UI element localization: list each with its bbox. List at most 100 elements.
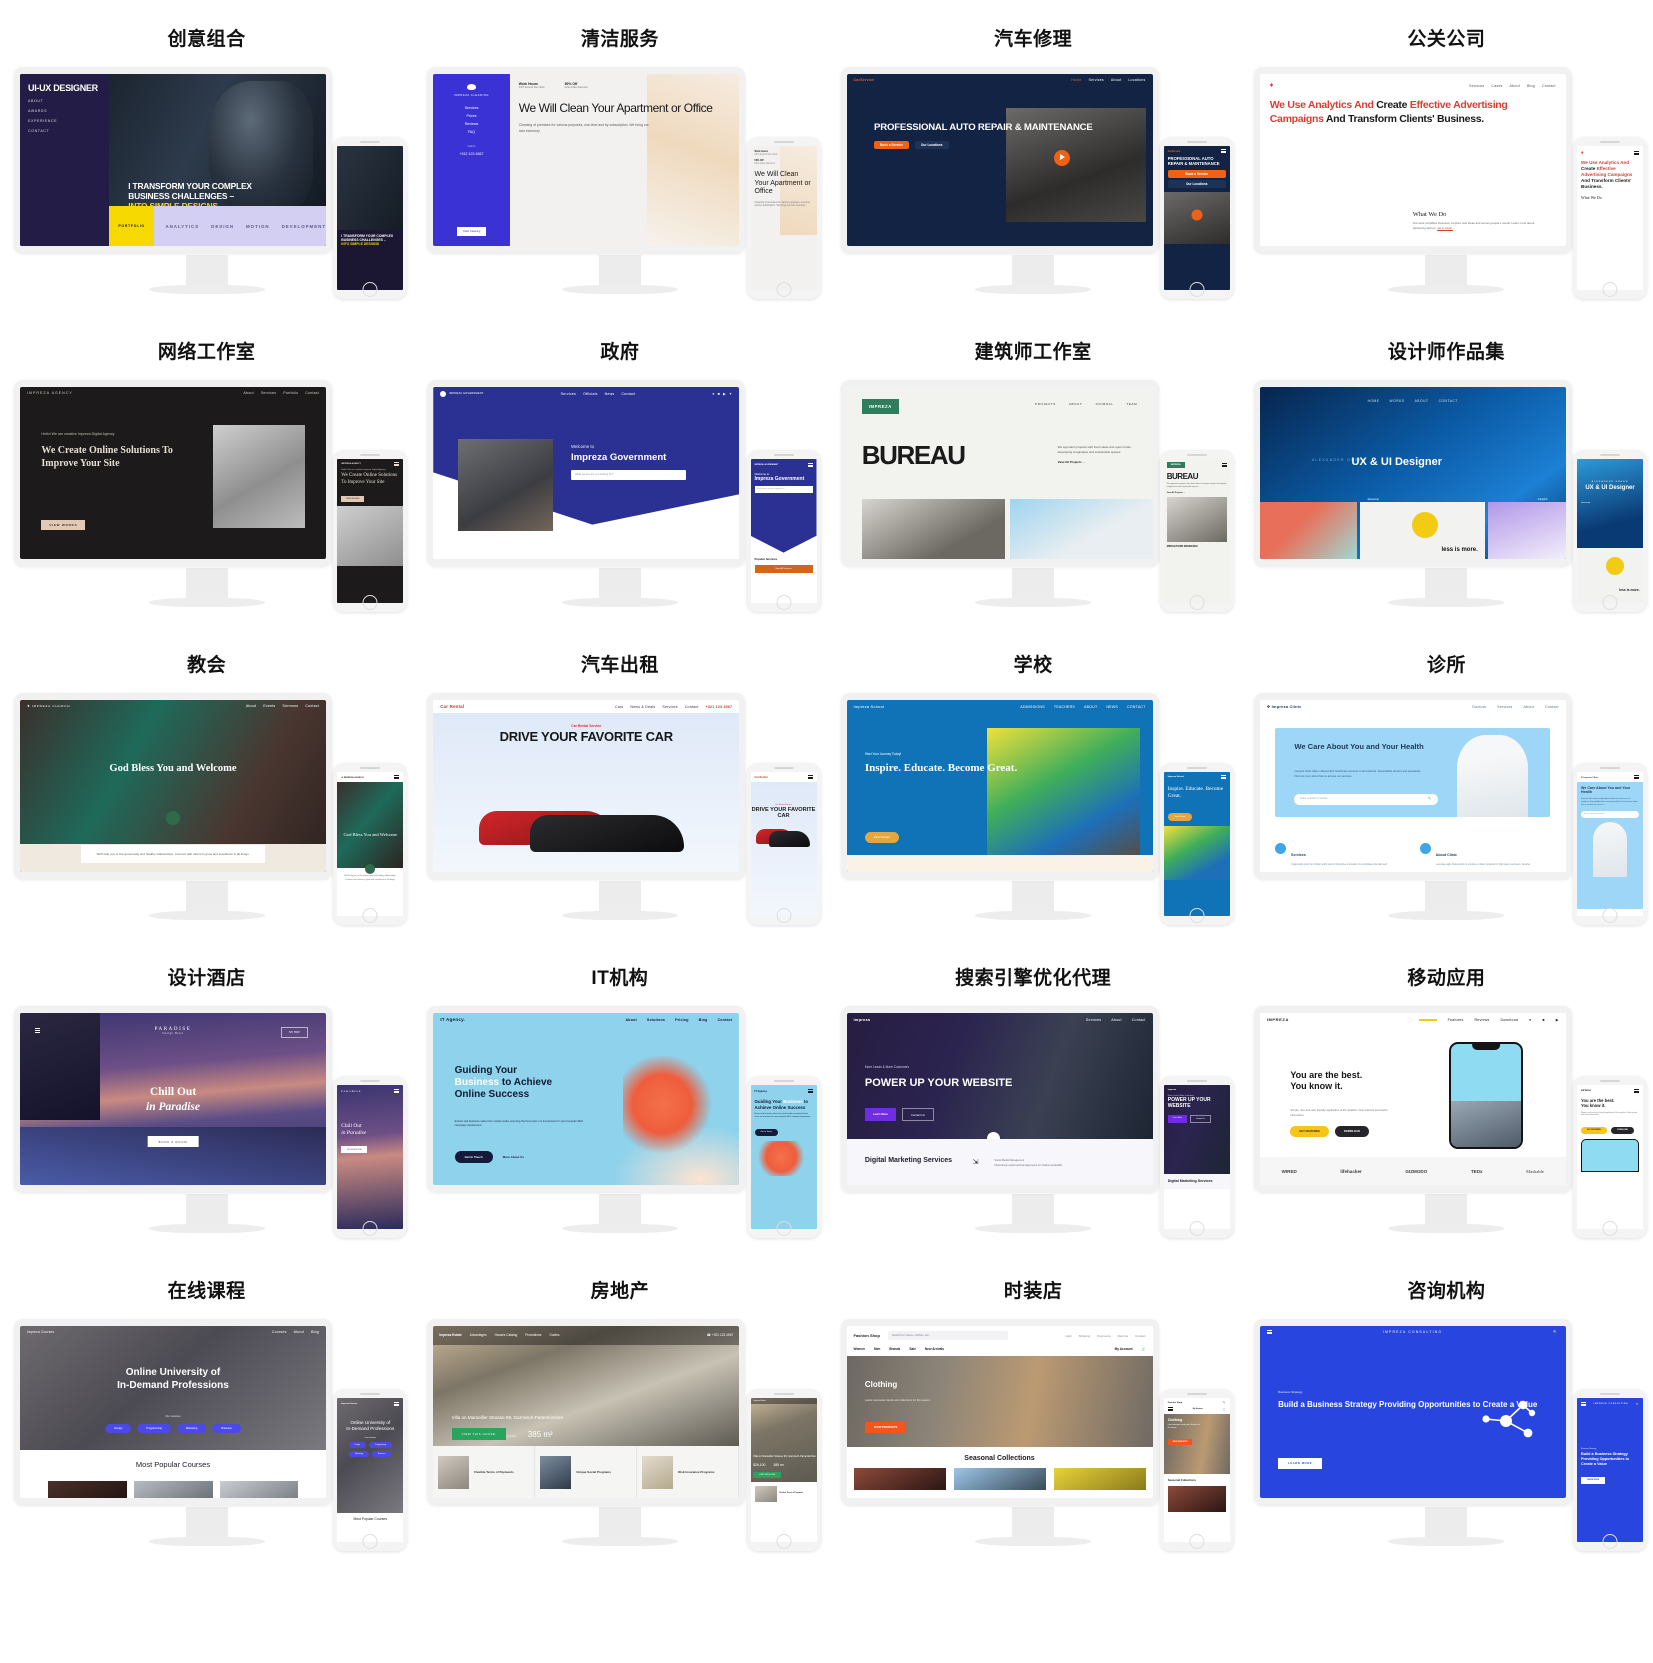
work-card-3[interactable]: Carpitch xyxy=(1488,498,1566,559)
menu-item-services[interactable]: Services xyxy=(561,392,576,396)
menu-item-blog[interactable]: Blog xyxy=(1527,84,1535,88)
menu-item-services[interactable]: Services xyxy=(1086,1018,1101,1022)
social-icon-facebook[interactable]: ● xyxy=(1529,1018,1531,1022)
menu-item-teachers[interactable]: TEACHERS xyxy=(1054,705,1075,709)
hamburger-icon[interactable] xyxy=(1220,775,1226,779)
menu-item-team[interactable]: TEAM xyxy=(1126,402,1137,406)
menu-item-contact[interactable]: CONTACT xyxy=(1127,705,1146,709)
template-card-clinic[interactable]: 诊所 ✤ Impreza Clinic Doctors Services Abo… xyxy=(1240,626,1653,939)
book-room-button[interactable]: BOOK A ROOM xyxy=(147,1136,199,1148)
hamburger-icon[interactable] xyxy=(35,1028,41,1033)
menu-item-about[interactable]: About xyxy=(243,391,253,395)
info-card-services[interactable]: Services Organically grow the holistic w… xyxy=(1275,843,1406,867)
menu-item-contact[interactable]: Contact xyxy=(1132,1018,1146,1022)
top-link-payments[interactable]: Payments xyxy=(1097,1334,1110,1338)
phone-cta[interactable]: VIEW WORKS xyxy=(341,496,365,502)
phone-search-input[interactable]: What service are you looking for? xyxy=(754,486,813,493)
menu-item-about[interactable]: About xyxy=(1524,705,1534,709)
hamburger-icon[interactable] xyxy=(394,1089,400,1093)
menu-item-houses-catalog[interactable]: Houses Catalog xyxy=(495,1333,518,1337)
menu-item-services[interactable]: Services xyxy=(465,106,479,110)
menu-item-services[interactable]: Services xyxy=(261,391,276,395)
template-card-government[interactable]: 政府 IMPREZA GOVERNMENT Services Officials… xyxy=(413,313,826,626)
category-new-arrivals[interactable]: New Arrivals xyxy=(925,1347,944,1351)
hamburger-icon[interactable] xyxy=(1634,151,1639,155)
phone-pill-1[interactable]: Design xyxy=(348,1441,367,1448)
phone-cta-primary[interactable]: Learn More xyxy=(1167,1114,1187,1123)
hamburger-icon[interactable] xyxy=(394,775,400,779)
phone-cta-primary[interactable]: KEY FEATURES xyxy=(1581,1126,1607,1134)
template-card-architect-studio[interactable]: 建筑师工作室 IMPREZA PROJECTS ABOUT JOURNAL TE… xyxy=(827,313,1240,626)
menu-item-about[interactable]: About xyxy=(246,704,256,708)
template-card-creative-portfolio[interactable]: 创意组合 UI-UX DESIGNER ABOUT AWARDS EXPERIE… xyxy=(0,0,413,313)
cart-icon[interactable]: 🛒 xyxy=(1223,1408,1226,1411)
menu-item-officials[interactable]: Officials xyxy=(583,392,598,396)
find-school-button[interactable]: Find School xyxy=(864,831,899,843)
menu-item-cases[interactable]: Cases xyxy=(1491,84,1502,88)
social-icon-play[interactable]: ▶ xyxy=(1556,1018,1559,1022)
cart-icon[interactable]: 🛒 xyxy=(1142,1347,1146,1351)
menu-item-sermons[interactable]: Sermons xyxy=(282,704,298,708)
hamburger-icon[interactable] xyxy=(1167,1407,1173,1411)
menu-item-about[interactable]: About xyxy=(294,1330,304,1334)
phone-account[interactable]: My Account xyxy=(1193,1408,1203,1410)
menu-item-experience[interactable]: EXPERIENCE xyxy=(28,119,101,123)
service-tag-analytics[interactable]: ANALYTICS xyxy=(165,224,199,229)
menu-item-news[interactable]: News xyxy=(605,392,615,396)
work-card-1[interactable] xyxy=(1259,502,1357,559)
work-card-2[interactable]: less is more. Jamescop xyxy=(1359,498,1486,559)
social-icon-youtube[interactable]: ▶ xyxy=(723,392,726,396)
menu-item-contact[interactable]: Contact xyxy=(305,704,319,708)
phone-cta[interactable]: LEARN MORE xyxy=(1581,1476,1606,1484)
menu-item-about[interactable]: ABOUT xyxy=(1069,402,1082,406)
phone-number[interactable]: +312 123 4567 xyxy=(459,152,483,156)
menu-item-promotions[interactable]: Promotions xyxy=(525,1333,541,1337)
pill-business[interactable]: Business xyxy=(212,1424,241,1434)
phone-number[interactable]: +321 123 4567 xyxy=(706,705,733,709)
template-card-car-service[interactable]: 汽车修理 CarService Home Services About Loca… xyxy=(827,0,1240,313)
service-tag-development[interactable]: DEVELOPMENT xyxy=(282,224,326,229)
phone-cta-secondary[interactable]: Our Locations xyxy=(1167,180,1226,189)
hamburger-icon[interactable] xyxy=(807,463,813,467)
menu-item-about[interactable]: About xyxy=(1111,78,1121,82)
my-trip-button[interactable]: MY TRIP xyxy=(281,1026,308,1038)
collection-thumb-1[interactable] xyxy=(853,1468,946,1491)
category-brands[interactable]: Brands xyxy=(889,1347,900,1351)
menu-item-about[interactable]: About xyxy=(1111,1018,1121,1022)
view-works-button[interactable]: VIEW WORKS xyxy=(41,519,86,530)
template-card-car-rental[interactable]: 汽车出租 Car Rental Cars News & Deals Servic… xyxy=(413,626,826,939)
menu-item-events[interactable]: Events xyxy=(263,704,275,708)
search-box[interactable]: Enter a doctor or service 🔍 xyxy=(1294,794,1438,806)
menu-item-guides[interactable]: Guides xyxy=(549,1333,559,1337)
menu-item-about[interactable]: ABOUT xyxy=(28,99,101,103)
menu-item-services[interactable]: Services xyxy=(1497,705,1512,709)
template-card-design-hotel[interactable]: 设计酒店 PARADISE Design Hotel MY TRIP Chill … xyxy=(0,939,413,1252)
template-card-church[interactable]: 教会 ✚ IMPREZA CHURCH About Events Sermons xyxy=(0,626,413,939)
course-thumb-2[interactable] xyxy=(133,1480,213,1498)
menu-item-reviews[interactable]: Reviews xyxy=(465,122,479,126)
search-icon[interactable]: 🔍 xyxy=(1636,1403,1639,1406)
gallery-image-2[interactable] xyxy=(1009,498,1153,559)
menu-item-about[interactable]: About xyxy=(626,1018,637,1022)
menu-item-blog[interactable]: Blog xyxy=(311,1330,319,1334)
hamburger-icon[interactable] xyxy=(394,1402,400,1406)
social-icon-instagram[interactable]: ■ xyxy=(718,392,720,396)
menu-item-contact[interactable]: Contact xyxy=(1545,705,1559,709)
menu-item-contact[interactable]: CONTACT xyxy=(28,129,101,133)
phone-link[interactable]: View All Projects → xyxy=(1167,492,1227,494)
learn-more-button[interactable]: LEARN MORE xyxy=(1278,1457,1323,1469)
hamburger-icon[interactable] xyxy=(394,462,400,466)
menu-item-projects[interactable]: PROJECTS xyxy=(1035,402,1056,406)
menu-item-reviews[interactable]: Reviews xyxy=(1474,1018,1489,1022)
phone-number[interactable]: ☎ +321 123 4567 xyxy=(707,1333,733,1337)
menu-item-doctors[interactable]: Doctors xyxy=(1472,705,1486,709)
top-link-help[interactable]: Help xyxy=(1065,1334,1071,1338)
menu-item-faq[interactable]: FAQ xyxy=(468,130,475,134)
info-card-about[interactable]: About Clinic Leverage agile frameworks t… xyxy=(1419,843,1551,867)
phone-play-icon[interactable] xyxy=(1191,209,1203,221)
menu-item-locations[interactable]: Locations xyxy=(1128,78,1145,82)
hamburger-icon[interactable] xyxy=(1634,1089,1639,1093)
menu-item-services[interactable]: Services xyxy=(1089,78,1104,82)
view-projects-link[interactable]: View All Projects → xyxy=(1058,460,1141,465)
template-card-real-estate[interactable]: 房地产 Impreza Estate Advantages Houses Cat… xyxy=(413,1252,826,1645)
